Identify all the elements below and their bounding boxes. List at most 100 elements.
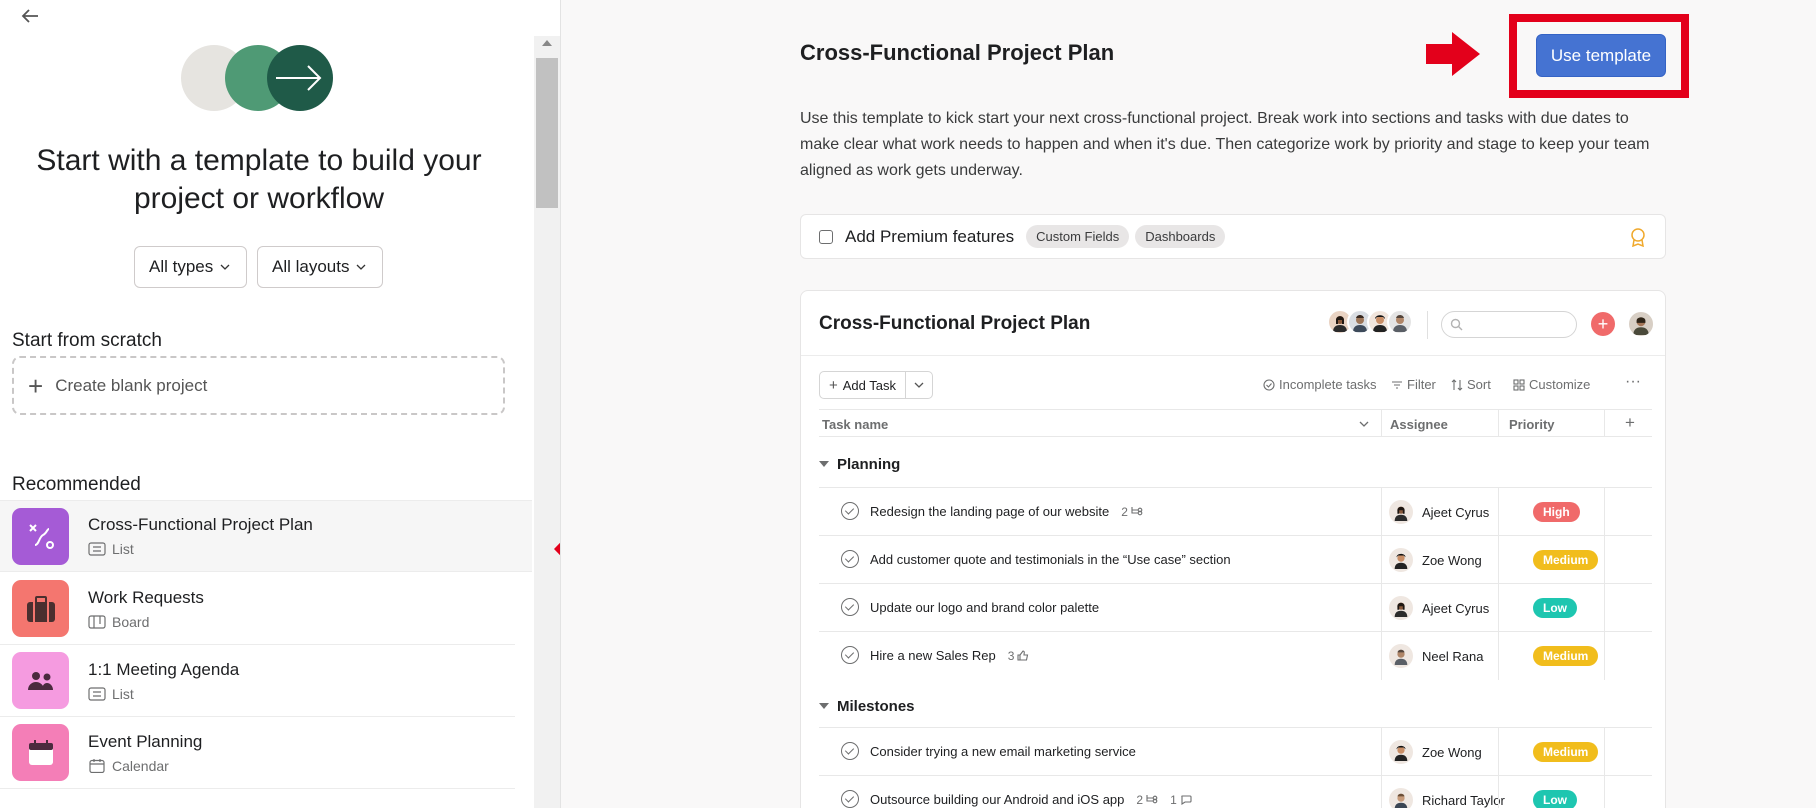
incomplete-tasks-filter[interactable]: Incomplete tasks	[1263, 377, 1377, 392]
avatar	[1389, 644, 1413, 668]
layout-filter-dropdown[interactable]: All layouts	[257, 246, 383, 288]
search-icon	[1450, 318, 1463, 331]
section-header[interactable]: Planning	[819, 449, 900, 479]
scroll-up-arrow-icon[interactable]	[542, 40, 552, 46]
hero-title: Start with a template to build your proj…	[36, 144, 482, 215]
column-divider	[1604, 584, 1605, 632]
add-task-button[interactable]: + Add Task	[819, 371, 933, 399]
column-divider	[1498, 632, 1499, 680]
plus-icon: +	[28, 370, 44, 401]
task-complete-checkbox[interactable]	[841, 598, 859, 616]
task-row[interactable]: Redesign the landing page of our website…	[819, 487, 1652, 536]
subtask-icon	[1131, 507, 1143, 516]
column-divider	[1381, 536, 1382, 584]
collapse-triangle-icon[interactable]	[819, 461, 829, 467]
priority-badge[interactable]: Medium	[1533, 550, 1599, 570]
task-assignee[interactable]: Ajeet Cyrus	[1389, 596, 1489, 620]
section-name: Milestones	[837, 697, 915, 715]
column-divider	[1604, 776, 1605, 808]
task-name: Outsource building our Android and iOS a…	[870, 792, 1125, 807]
template-title: Cross-Functional Project Plan	[800, 40, 1115, 65]
list-view-icon	[88, 542, 106, 556]
column-divider	[1498, 536, 1499, 584]
task-row[interactable]: Hire a new Sales Rep 3 Neel Rana Medium	[819, 631, 1652, 680]
feature-chip: Dashboards	[1135, 225, 1226, 248]
create-blank-project-button[interactable]: + Create blank project	[12, 356, 505, 415]
task-row[interactable]: Consider trying a new email marketing se…	[819, 727, 1652, 776]
task-assignee[interactable]: Neel Rana	[1389, 644, 1483, 668]
filter-button[interactable]: Filter	[1391, 377, 1436, 392]
priority-badge[interactable]: Medium	[1533, 646, 1599, 666]
template-item-cross-functional[interactable]: Cross-Functional Project Plan List	[0, 500, 532, 572]
calendar-icon	[12, 724, 69, 781]
member-avatars	[1327, 309, 1413, 335]
briefcase-icon	[12, 580, 69, 637]
premium-features-label: Add Premium features	[845, 226, 1015, 246]
column-divider	[1381, 488, 1382, 536]
like-count: 3	[1008, 649, 1030, 663]
template-name: Event Planning	[88, 731, 203, 751]
avatar	[1389, 788, 1413, 808]
section-header[interactable]: Milestones	[819, 691, 915, 721]
template-item-meeting-agenda[interactable]: 1:1 Meeting Agenda List	[0, 645, 515, 717]
chevron-down-icon[interactable]	[906, 380, 932, 390]
task-row[interactable]: Add customer quote and testimonials in t…	[819, 535, 1652, 584]
column-divider	[1604, 728, 1605, 776]
task-assignee[interactable]: Richard Taylor	[1389, 788, 1505, 808]
task-complete-checkbox[interactable]	[841, 790, 859, 808]
column-divider	[1604, 536, 1605, 584]
chevron-down-icon[interactable]	[1359, 419, 1369, 429]
customize-label: Customize	[1529, 377, 1591, 392]
assignee-name: Neel Rana	[1422, 648, 1484, 664]
priority-badge[interactable]: Low	[1533, 598, 1577, 618]
task-complete-checkbox[interactable]	[841, 646, 859, 664]
task-row[interactable]: Outsource building our Android and iOS a…	[819, 775, 1652, 808]
sort-button[interactable]: Sort	[1451, 377, 1491, 392]
calendar-view-icon	[89, 758, 105, 773]
task-row[interactable]: Update our logo and brand color palette …	[819, 583, 1652, 632]
layout-filter-label: All layouts	[272, 257, 350, 276]
task-name: Add customer quote and testimonials in t…	[870, 552, 1231, 567]
task-complete-checkbox[interactable]	[841, 550, 859, 568]
use-template-button[interactable]: Use template	[1536, 34, 1666, 77]
template-item-event-planning[interactable]: Event Planning Calendar	[0, 717, 515, 789]
incomplete-tasks-label: Incomplete tasks	[1279, 377, 1377, 392]
task-assignee[interactable]: Zoe Wong	[1389, 740, 1482, 764]
current-user-avatar[interactable]	[1627, 310, 1655, 338]
filter-label: Filter	[1407, 377, 1436, 392]
customize-button[interactable]: Customize	[1513, 377, 1590, 392]
template-item-work-requests[interactable]: Work Requests Board	[0, 573, 515, 645]
priority-badge[interactable]: Low	[1533, 790, 1577, 808]
premium-badge-icon	[1631, 228, 1645, 247]
task-complete-checkbox[interactable]	[841, 742, 859, 760]
template-view-label: Board	[112, 613, 150, 630]
task-assignee[interactable]: Zoe Wong	[1389, 548, 1482, 572]
task-name: Update our logo and brand color palette	[870, 600, 1100, 615]
premium-features-checkbox[interactable]	[819, 229, 833, 244]
task-complete-checkbox[interactable]	[841, 502, 859, 520]
preview-search-input[interactable]	[1441, 311, 1577, 338]
collapse-triangle-icon[interactable]	[819, 703, 829, 709]
priority-badge[interactable]: Medium	[1533, 742, 1599, 762]
premium-features-bar: Add Premium features Custom Fields Dashb…	[800, 214, 1666, 259]
priority-badge[interactable]: High	[1533, 502, 1580, 522]
hero-illustration-icon	[181, 45, 333, 111]
like-icon	[1017, 650, 1029, 661]
template-view-label: List	[112, 685, 134, 702]
sidebar-scrollbar[interactable]	[534, 36, 560, 808]
chevron-down-icon	[357, 264, 366, 270]
subtask-count: 2	[1121, 505, 1143, 519]
back-arrow-icon[interactable]	[18, 4, 42, 28]
comment-count-value: 1	[1170, 792, 1177, 807]
add-plus-icon[interactable]: +	[1591, 312, 1615, 336]
type-filter-dropdown[interactable]: All types	[134, 246, 247, 288]
assignee-name: Zoe Wong	[1422, 552, 1482, 568]
column-divider	[1381, 776, 1382, 808]
people-icon	[12, 652, 69, 709]
task-assignee[interactable]: Ajeet Cyrus	[1389, 500, 1489, 524]
more-options-icon[interactable]: ···	[1625, 373, 1641, 391]
scroll-thumb[interactable]	[536, 58, 558, 208]
add-column-plus-icon[interactable]: +	[1625, 413, 1635, 433]
column-divider	[1381, 728, 1382, 776]
annotation-arrow-right-icon	[1426, 32, 1480, 76]
